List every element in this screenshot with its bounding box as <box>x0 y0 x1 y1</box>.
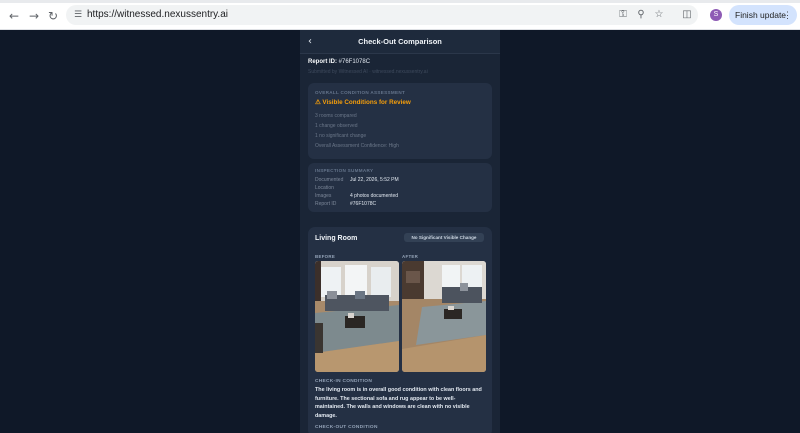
assessment-card: OVERALL CONDITION ASSESSMENT ⚠ Visible C… <box>308 83 492 159</box>
kv-key: Location <box>315 185 334 191</box>
before-label: BEFORE <box>315 254 336 259</box>
kv-value: 4 photos documented <box>350 193 399 199</box>
summary-line: 1 no significant change <box>315 133 367 139</box>
before-photo[interactable] <box>315 261 399 372</box>
before-photo-image <box>315 261 399 372</box>
submitted-by: Submitted by Witnessed AI · witnessed.ne… <box>308 69 428 75</box>
summary-line: Overall Assessment Confidence: High <box>315 143 399 149</box>
report-id-label: Report ID: <box>308 59 337 65</box>
inspection-label: INSPECTION SUMMARY <box>315 168 374 173</box>
zoom-icon[interactable]: ⚲ <box>635 9 647 21</box>
room-card: Living Room No Significant Visible Chang… <box>308 227 492 433</box>
inspection-card: INSPECTION SUMMARY Documented Jul 22, 20… <box>308 163 492 212</box>
arrow-right-icon[interactable]: → <box>27 9 41 23</box>
tune-icon[interactable]: ☰ <box>72 9 84 21</box>
page-title: Check-Out Comparison <box>358 37 442 46</box>
url-text[interactable]: https://witnessed.nexussentry.ai <box>87 9 228 21</box>
arrow-left-icon[interactable]: ← <box>7 9 21 23</box>
after-label: AFTER <box>402 254 419 259</box>
after-photo-image <box>402 261 486 372</box>
kv-key: Images <box>315 193 332 199</box>
checkout-label: CHECK-OUT CONDITION <box>315 425 378 430</box>
assessment-status: ⚠ Visible Conditions for Review <box>315 99 411 106</box>
report-id-value: #76F1078C <box>338 59 371 65</box>
app-header: ‹ Check-Out Comparison <box>300 30 500 54</box>
report-id-line: Report ID: #76F1078C <box>308 58 370 66</box>
finish-update-label: Finish update <box>735 10 787 20</box>
summary-line: 3 rooms compared <box>315 113 357 119</box>
star-icon[interactable]: ☆ <box>653 9 665 21</box>
kv-value: Jul 22, 2026, 5:52 PM <box>350 177 399 183</box>
app-panel: ‹ Check-Out Comparison Report ID: #76F10… <box>300 30 500 433</box>
address-bar[interactable]: ☰ https://witnessed.nexussentry.ai ⚿ ⚲ ☆ <box>66 5 698 25</box>
tab-strip <box>0 0 800 3</box>
kv-value: #76F1078C <box>350 201 377 207</box>
summary-line: 1 change observed <box>315 123 358 129</box>
side-panel-icon[interactable]: ◫ <box>681 9 693 21</box>
kv-key: Documented <box>315 177 344 183</box>
room-title: Living Room <box>315 235 358 242</box>
finish-update-button[interactable]: Finish update ⋮ <box>729 5 797 25</box>
key-icon[interactable]: ⚿ <box>617 9 629 21</box>
reload-icon[interactable]: ↻ <box>46 9 60 23</box>
after-photo[interactable] <box>402 261 486 372</box>
checkin-label: CHECK-IN CONDITION <box>315 379 373 384</box>
avatar[interactable]: S <box>710 9 722 21</box>
more-vert-icon[interactable]: ⋮ <box>783 5 792 25</box>
browser-toolbar: ← → ↻ ☰ https://witnessed.nexussentry.ai… <box>0 0 800 30</box>
status-badge: No Significant Visible Change <box>404 233 484 242</box>
checkin-text: The living room is in overall good condi… <box>315 387 482 419</box>
assessment-label: OVERALL CONDITION ASSESSMENT <box>315 90 406 95</box>
page-viewport: ‹ Check-Out Comparison Report ID: #76F10… <box>0 30 800 433</box>
kv-key: Report ID <box>315 201 337 207</box>
